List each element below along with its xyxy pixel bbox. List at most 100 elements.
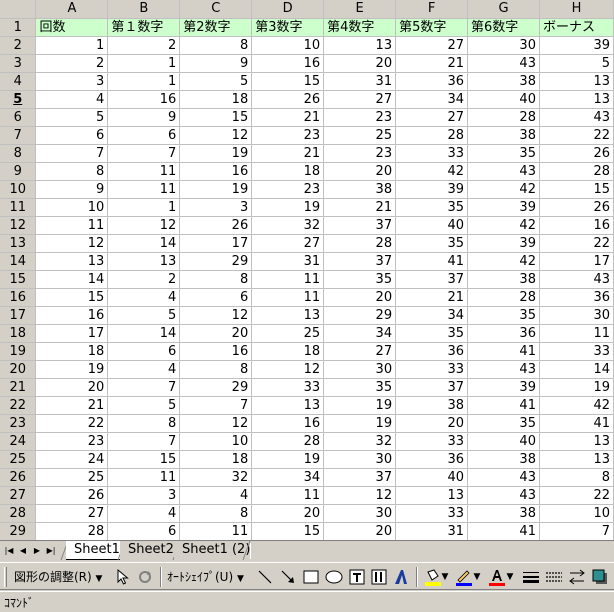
cell[interactable]: 13 <box>35 252 109 271</box>
row-header[interactable]: 8 <box>0 144 37 163</box>
arrow-tool-icon[interactable] <box>279 568 297 586</box>
header-cell[interactable]: 第１数字 <box>107 18 181 37</box>
cell[interactable]: 38 <box>323 180 397 199</box>
cell[interactable]: 29 <box>179 378 253 397</box>
cell[interactable]: 41 <box>467 396 540 415</box>
cell[interactable]: 41 <box>467 342 540 361</box>
cell[interactable]: 41 <box>539 414 614 433</box>
cell[interactable]: 19 <box>251 450 325 469</box>
toolbar-grip[interactable] <box>4 567 7 587</box>
cell[interactable]: 16 <box>35 306 109 325</box>
cell[interactable]: 13 <box>107 252 181 271</box>
cell[interactable]: 13 <box>539 90 614 109</box>
row-header[interactable]: 21 <box>0 378 37 397</box>
row-header[interactable]: 29 <box>0 522 37 540</box>
cell[interactable]: 11 <box>107 468 181 487</box>
cell[interactable]: 32 <box>323 432 397 451</box>
cell[interactable]: 23 <box>251 180 325 199</box>
cell[interactable]: 19 <box>179 180 253 199</box>
cell[interactable]: 21 <box>251 144 325 163</box>
cell[interactable]: 1 <box>35 36 109 55</box>
cell[interactable]: 13 <box>323 36 397 55</box>
cell[interactable]: 8 <box>179 36 253 55</box>
cell[interactable]: 15 <box>251 522 325 540</box>
row-header[interactable]: 25 <box>0 450 37 469</box>
cell[interactable]: 26 <box>539 144 614 163</box>
dropdown-arrow-icon[interactable]: ▼ <box>472 568 482 586</box>
next-sheet-icon[interactable]: ▶ <box>31 543 43 558</box>
cell[interactable]: 41 <box>395 252 469 271</box>
header-cell[interactable]: 第3数字 <box>251 18 325 37</box>
cell[interactable]: 5 <box>107 306 181 325</box>
column-header-b[interactable]: B <box>107 0 181 19</box>
cell[interactable]: 2 <box>35 54 109 73</box>
column-header-a[interactable]: A <box>35 0 109 19</box>
cell[interactable]: 20 <box>323 54 397 73</box>
cell[interactable]: 15 <box>539 180 614 199</box>
cell[interactable]: 20 <box>179 324 253 343</box>
cell[interactable]: 37 <box>323 216 397 235</box>
wordart-icon[interactable] <box>392 568 410 586</box>
cell[interactable]: 7 <box>35 144 109 163</box>
cell[interactable]: 43 <box>467 54 540 73</box>
cell[interactable]: 8 <box>179 360 253 379</box>
cell[interactable]: 1 <box>107 198 181 217</box>
font-color-icon[interactable] <box>488 568 506 586</box>
cell[interactable]: 18 <box>35 342 109 361</box>
cell[interactable]: 33 <box>395 432 469 451</box>
cell[interactable]: 11 <box>251 288 325 307</box>
row-header[interactable]: 22 <box>0 396 37 415</box>
cell[interactable]: 39 <box>539 36 614 55</box>
cell[interactable]: 9 <box>35 180 109 199</box>
cell[interactable]: 5 <box>179 72 253 91</box>
cell[interactable]: 6 <box>107 522 181 540</box>
cell[interactable]: 29 <box>179 252 253 271</box>
cell[interactable]: 35 <box>467 144 540 163</box>
cell[interactable]: 33 <box>395 360 469 379</box>
cell[interactable]: 21 <box>35 396 109 415</box>
row-header[interactable]: 7 <box>0 126 37 145</box>
cell[interactable]: 8 <box>539 468 614 487</box>
cell[interactable]: 7 <box>179 396 253 415</box>
dropdown-arrow-icon[interactable]: ▼ <box>505 568 515 586</box>
cell[interactable]: 25 <box>251 324 325 343</box>
cell[interactable]: 20 <box>323 288 397 307</box>
free-rotate-icon[interactable] <box>136 568 154 586</box>
cell[interactable]: 6 <box>179 288 253 307</box>
cell[interactable]: 19 <box>323 414 397 433</box>
row-header[interactable]: 13 <box>0 234 37 253</box>
autoshapes-menu-button[interactable]: ｵｰﾄｼｪｲﾌﾟ(U) ▼ <box>167 567 244 587</box>
cell[interactable]: 27 <box>395 108 469 127</box>
cell[interactable]: 39 <box>467 234 540 253</box>
cell[interactable]: 34 <box>323 324 397 343</box>
cell[interactable]: 40 <box>467 432 540 451</box>
cell[interactable]: 19 <box>323 396 397 415</box>
cell[interactable]: 14 <box>35 270 109 289</box>
cell[interactable]: 32 <box>179 468 253 487</box>
cell[interactable]: 35 <box>395 234 469 253</box>
row-header[interactable]: 2 <box>0 36 37 55</box>
cell[interactable]: 37 <box>323 468 397 487</box>
cell[interactable]: 36 <box>395 72 469 91</box>
cell[interactable]: 30 <box>323 450 397 469</box>
sheet-table[interactable]: ABCDEFGH 1 回数 第１数字 第2数字 第3数字 第4数字 第5数字 第6数字 ボーナス… <box>0 0 614 540</box>
row-header[interactable]: 1 <box>0 18 37 37</box>
cell[interactable]: 29 <box>323 306 397 325</box>
cell[interactable]: 38 <box>395 396 469 415</box>
cell[interactable]: 12 <box>179 306 253 325</box>
cell[interactable]: 30 <box>323 504 397 523</box>
cell[interactable]: 4 <box>107 288 181 307</box>
row-header[interactable]: 14 <box>0 252 37 271</box>
cell[interactable]: 20 <box>323 162 397 181</box>
cell[interactable]: 9 <box>107 108 181 127</box>
cell[interactable]: 16 <box>251 54 325 73</box>
cell[interactable]: 24 <box>35 450 109 469</box>
column-header-e[interactable]: E <box>323 0 397 19</box>
cell[interactable]: 39 <box>467 198 540 217</box>
row-header[interactable]: 9 <box>0 162 37 181</box>
cell[interactable]: 35 <box>395 198 469 217</box>
cell[interactable]: 30 <box>467 36 540 55</box>
cell[interactable]: 13 <box>539 72 614 91</box>
cell[interactable]: 4 <box>107 504 181 523</box>
cell[interactable]: 38 <box>467 270 540 289</box>
